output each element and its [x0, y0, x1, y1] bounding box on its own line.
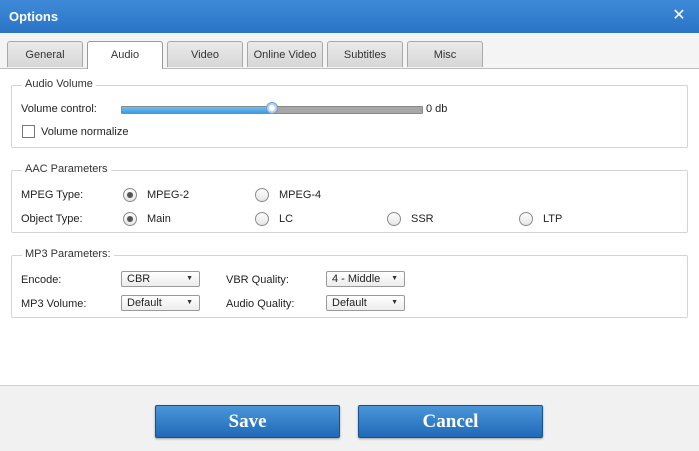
object-main-radio[interactable] — [123, 212, 137, 226]
mp3-parameters-legend: MP3 Parameters: — [22, 248, 114, 260]
close-icon[interactable]: ✕ — [669, 6, 689, 26]
encode-dropdown[interactable]: CBR ▼ — [121, 271, 200, 287]
mpeg-4-radio[interactable] — [255, 188, 269, 202]
encode-value: CBR — [127, 273, 151, 285]
volume-slider-thumb[interactable] — [266, 102, 278, 114]
volume-normalize-label: Volume normalize — [41, 126, 129, 138]
title-bar: Options ✕ — [0, 0, 699, 34]
tab-online-video[interactable]: Online Video — [247, 41, 323, 67]
tab-video[interactable]: Video — [167, 41, 243, 67]
object-lc-radio[interactable] — [255, 212, 269, 226]
chevron-down-icon: ▼ — [186, 275, 193, 282]
object-ssr-radio[interactable] — [387, 212, 401, 226]
tab-bar: General Audio Video Online Video Subtitl… — [0, 33, 699, 69]
audio-quality-label: Audio Quality: — [226, 298, 295, 310]
footer: Save Cancel — [0, 385, 699, 451]
volume-slider-fill — [122, 107, 272, 113]
chevron-down-icon: ▼ — [391, 299, 398, 306]
mpeg-2-radio[interactable] — [123, 188, 137, 202]
encode-label: Encode: — [21, 274, 62, 286]
mpeg-4-label: MPEG-4 — [279, 189, 322, 201]
tab-audio[interactable]: Audio — [87, 41, 163, 69]
object-ssr-label: SSR — [411, 213, 434, 225]
mp3-volume-value: Default — [127, 297, 162, 309]
mpeg-type-label: MPEG Type: — [21, 189, 84, 201]
mpeg-2-label: MPEG-2 — [147, 189, 190, 201]
object-type-label: Object Type: — [21, 213, 83, 225]
object-main-label: Main — [147, 213, 171, 225]
mp3-parameters-group: MP3 Parameters: Encode: CBR ▼ VBR Qualit… — [11, 248, 688, 318]
chevron-down-icon: ▼ — [186, 299, 193, 306]
tab-general[interactable]: General — [7, 41, 83, 67]
audio-quality-dropdown[interactable]: Default ▼ — [326, 295, 405, 311]
tab-subtitles[interactable]: Subtitles — [327, 41, 403, 67]
audio-quality-value: Default — [332, 297, 367, 309]
volume-value: 0 db — [426, 103, 448, 115]
audio-volume-legend: Audio Volume — [22, 78, 96, 90]
volume-normalize-checkbox[interactable] — [22, 125, 35, 138]
chevron-down-icon: ▼ — [391, 275, 398, 282]
vbr-quality-label: VBR Quality: — [226, 274, 289, 286]
volume-slider[interactable] — [121, 102, 423, 114]
tab-misc[interactable]: Misc — [407, 41, 483, 67]
audio-volume-group: Audio Volume Volume control: 0 db Volume… — [11, 78, 688, 148]
vbr-quality-dropdown[interactable]: 4 - Middle ▼ — [326, 271, 405, 287]
window-title: Options — [9, 9, 59, 24]
object-ltp-radio[interactable] — [519, 212, 533, 226]
cancel-button[interactable]: Cancel — [358, 405, 543, 438]
object-ltp-label: LTP — [543, 213, 563, 225]
volume-control-label: Volume control: — [21, 103, 97, 115]
mp3-volume-dropdown[interactable]: Default ▼ — [121, 295, 200, 311]
aac-parameters-legend: AAC Parameters — [22, 163, 111, 175]
save-button[interactable]: Save — [155, 405, 340, 438]
vbr-quality-value: 4 - Middle — [332, 273, 381, 285]
aac-parameters-group: AAC Parameters MPEG Type: MPEG-2 MPEG-4 … — [11, 163, 688, 233]
object-lc-label: LC — [279, 213, 294, 225]
mp3-volume-label: MP3 Volume: — [21, 298, 87, 310]
